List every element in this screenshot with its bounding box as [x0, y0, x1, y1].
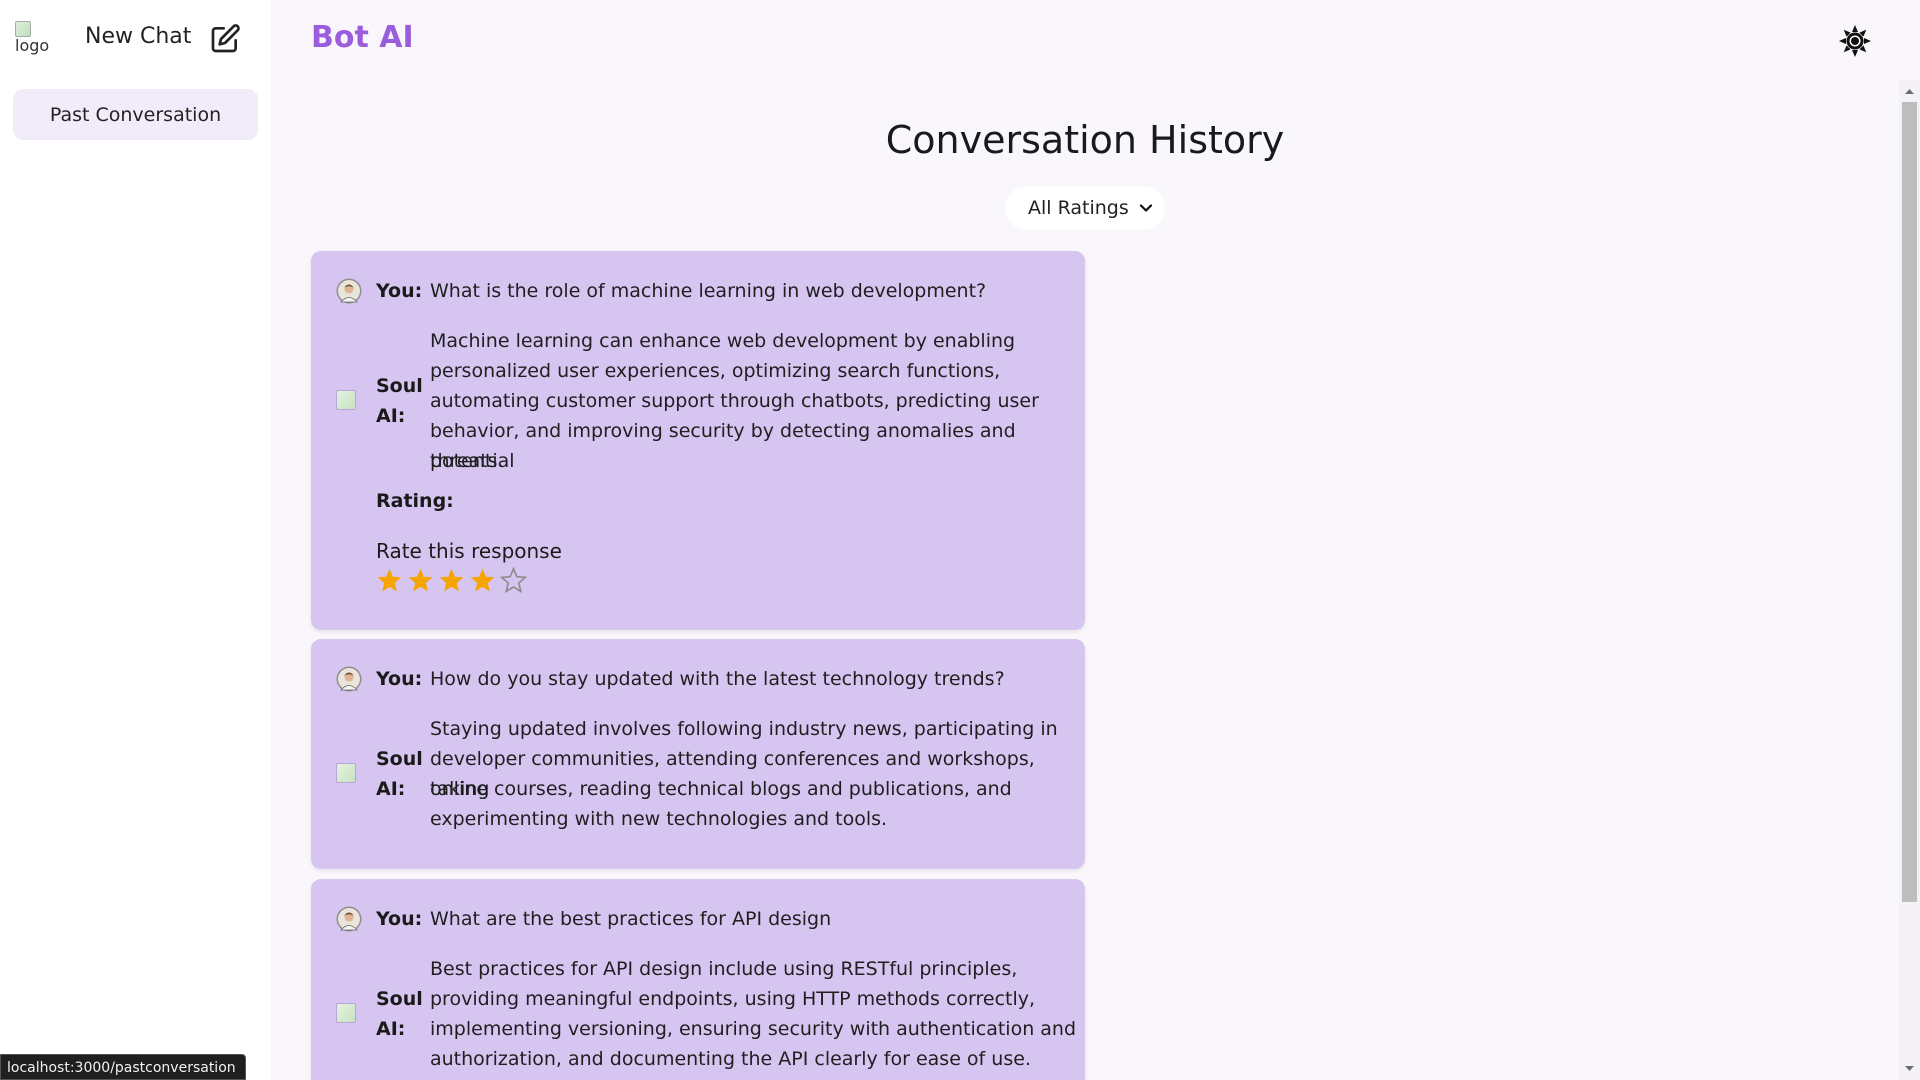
- logo-alt-text: logo: [15, 36, 50, 55]
- sidebar: logo New Chat Past Conversation: [0, 0, 271, 1080]
- sun-icon[interactable]: [1838, 24, 1872, 58]
- bot-answer-line: providing meaningful endpoints, using HT…: [430, 988, 1036, 1010]
- user-question: How do you stay updated with the latest …: [430, 668, 1005, 690]
- bot-label-line2: AI:: [376, 405, 406, 427]
- rate-prompt: Rate this response: [376, 539, 562, 563]
- brand-title[interactable]: Bot AI: [311, 20, 414, 55]
- bot-label-line1: Soul: [376, 988, 423, 1010]
- star-empty-icon[interactable]: [500, 567, 527, 594]
- bot-avatar-icon: [336, 390, 356, 410]
- page-scrollbar[interactable]: [1899, 80, 1920, 1080]
- bot-label-line2: AI:: [376, 778, 406, 800]
- star-filled-icon[interactable]: [376, 567, 403, 594]
- star-rating[interactable]: [376, 567, 527, 594]
- past-conversation-label: Past Conversation: [49, 103, 222, 126]
- bot-answer-line: implementing versioning, ensuring securi…: [430, 1018, 1077, 1040]
- bot-label-line1: Soul: [376, 375, 423, 397]
- new-chat-button[interactable]: New Chat: [85, 24, 191, 49]
- rating-filter-value: All Ratings: [1028, 197, 1129, 219]
- bot-answer-line: Best practices for API design include us…: [430, 958, 1018, 980]
- conversation-card: You: What are the best practices for API…: [311, 879, 1085, 1080]
- bot-answer-line: experimenting with new technologies and …: [430, 808, 888, 830]
- conversation-card: You: How do you stay updated with the la…: [311, 639, 1085, 869]
- user-question: What is the role of machine learning in …: [430, 280, 987, 302]
- user-avatar-icon: [336, 906, 362, 932]
- star-filled-icon[interactable]: [438, 567, 465, 594]
- edit-icon[interactable]: [209, 23, 241, 55]
- scroll-down-arrow-icon[interactable]: [1904, 1063, 1915, 1074]
- bot-avatar-icon: [336, 1003, 356, 1023]
- chevron-down-icon: [1139, 204, 1153, 212]
- user-label: You:: [376, 280, 423, 302]
- star-filled-icon[interactable]: [407, 567, 434, 594]
- bot-answer-line: Staying updated involves following indus…: [430, 718, 1058, 740]
- link-status-url: localhost:3000/pastconversation: [0, 1054, 246, 1080]
- user-label: You:: [376, 668, 423, 690]
- user-avatar-icon: [336, 666, 362, 692]
- bot-label-line1: Soul: [376, 748, 423, 770]
- user-question: What are the best practices for API desi…: [430, 908, 832, 930]
- logo-image: logo: [15, 21, 57, 59]
- broken-image-icon: [15, 21, 31, 37]
- bot-answer-line: personalized user experiences, optimizin…: [430, 360, 1001, 382]
- bot-answer-line: behavior, and improving security by dete…: [430, 420, 1016, 472]
- conversation-card: You: What is the role of machine learnin…: [311, 251, 1085, 630]
- past-conversation-button[interactable]: Past Conversation: [13, 89, 258, 140]
- star-filled-icon[interactable]: [469, 567, 496, 594]
- user-label: You:: [376, 908, 423, 930]
- sidebar-header: logo New Chat: [0, 0, 271, 80]
- scroll-thumb[interactable]: [1902, 102, 1917, 902]
- bot-label-line2: AI:: [376, 1018, 406, 1040]
- rating-filter-select[interactable]: All Ratings: [1005, 186, 1165, 230]
- page-title: Conversation History: [885, 118, 1285, 162]
- bot-answer-line: online courses, reading technical blogs …: [430, 778, 1012, 800]
- bot-avatar-icon: [336, 763, 356, 783]
- rating-label: Rating:: [376, 490, 454, 512]
- bot-answer-line: threats.: [430, 450, 504, 472]
- scroll-up-arrow-icon[interactable]: [1904, 86, 1915, 97]
- bot-answer-line: Machine learning can enhance web develop…: [430, 330, 1016, 352]
- user-avatar-icon: [336, 278, 362, 304]
- bot-answer-line: automating customer support through chat…: [430, 390, 1039, 412]
- bot-answer-line: authorization, and documenting the API c…: [430, 1048, 1031, 1070]
